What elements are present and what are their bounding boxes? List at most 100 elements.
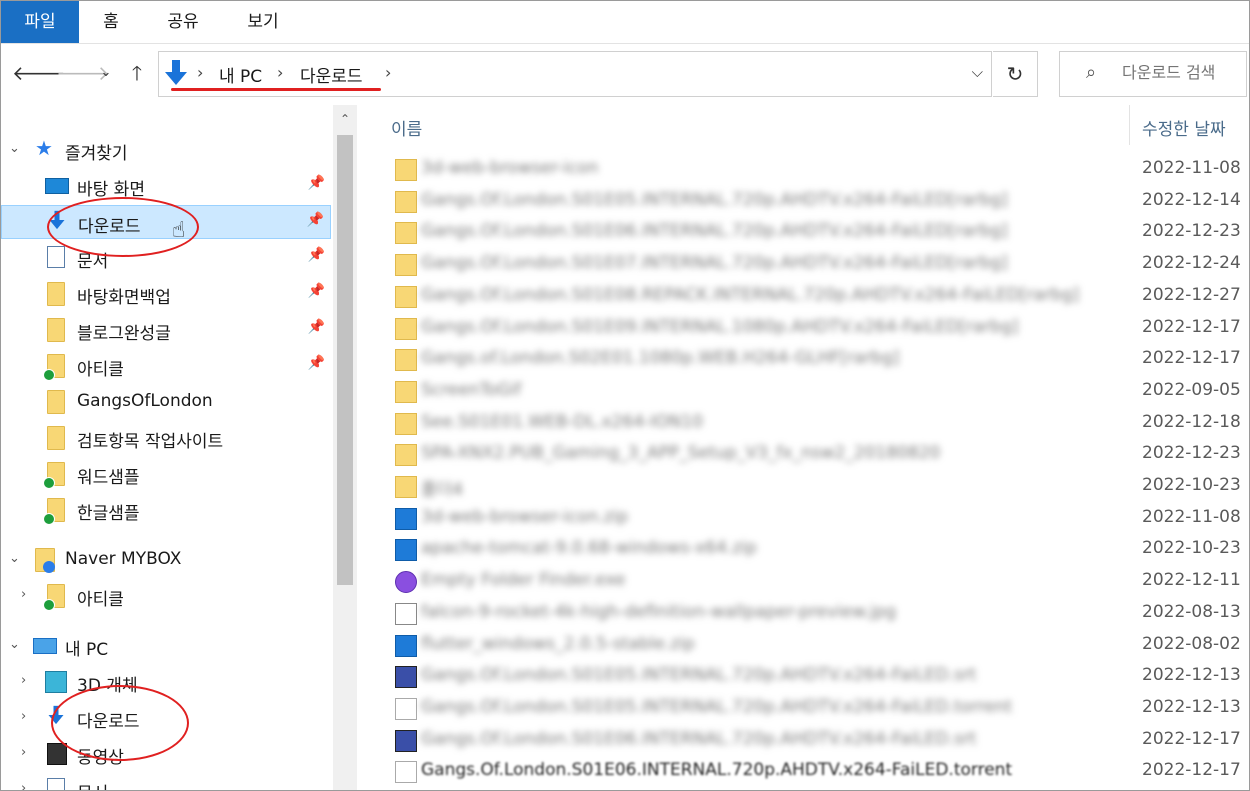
navigation-bar: 🡐 🡒 ⌄ 🡑 › 내 PC › 다운로드 › ⌵ ↻ ⌕ [1,44,1249,104]
file-row[interactable]: Gangs.Of.London.S01E08.REPACK.INTERNAL.7… [357,280,1249,312]
folder-icon [395,349,417,372]
search-input[interactable] [1120,62,1244,83]
file-row[interactable]: ScreenToGif 2022-09-05 [357,375,1249,407]
recent-locations-button[interactable]: ⌄ [93,60,119,86]
file-date: 2022-08-02 [1142,633,1241,654]
sidebar-item-label: 검토항목 작업사이트 [77,432,224,452]
sidebar-item-mybox[interactable]: ⌄ Naver MYBOX [1,543,331,577]
pin-icon: 📌 [306,212,324,228]
file-row[interactable]: Gangs.Of.London.S01E05.INTERNAL.720p.AHD… [357,185,1249,217]
file-row[interactable]: SPA-XNX2.PUB_Gaming_3_APP_Setup_V3_fx_ns… [357,438,1249,470]
file-row[interactable]: Gangs.Of.London.S01E06.INTERNAL.720p.AHD… [357,755,1249,787]
file-row[interactable]: Empty Folder Finder.exe 2022-12-11 [357,565,1249,597]
file-row[interactable]: See.S01E01.WEB-DL.x264-ION10 2022-12-18 [357,407,1249,439]
file-row[interactable]: 폴더4 2022-10-23 [357,470,1249,502]
chevron-down-icon[interactable]: ⌵ [972,63,983,81]
file-row[interactable]: 3d-web-browser-icon 2022-11-08 [357,153,1249,185]
file-row[interactable]: Gangs.Of.London.S01E06.INTERNAL.720p.AHD… [357,216,1249,248]
synced-check-icon [43,369,55,381]
forward-button[interactable]: 🡒 [56,60,110,86]
file-row[interactable]: flutter_windows_2.0.5-stable.zip 2022-08-… [357,629,1249,661]
refresh-button[interactable]: ↻ [993,51,1038,97]
jpg-file-icon [395,602,417,625]
sidebar-item-quick-access[interactable]: ⌄ ★ 즐겨찾기 [1,133,331,167]
sidebar-item-label: 문서 [77,252,109,272]
folder-icon [395,476,417,498]
folder-icon [47,426,65,450]
sidebar-item-folder[interactable]: GangsOfLondon [1,385,331,419]
tab-file[interactable]: 파일 [1,1,79,43]
search-box[interactable]: ⌕ [1059,51,1247,97]
download-icon [49,210,65,230]
torrent-file-icon [395,697,417,720]
folder-icon [47,282,65,306]
chevron-right-icon[interactable]: › [21,587,26,602]
chevron-right-icon[interactable]: › [21,709,26,724]
file-row[interactable]: apache-tomcat-9.0.68-windows-x64.zip 2022… [357,533,1249,565]
file-date: 2022-12-13 [1142,696,1241,717]
sidebar-item-label: GangsOfLondon [77,391,213,411]
breadcrumb-separator: › [277,63,284,82]
file-row[interactable]: falcon-9-rocket-4k-high-definition-wallp… [357,597,1249,629]
file-name: Gangs.Of.London.S01E05.INTERNAL.720p.AHD… [421,665,977,686]
chevron-down-icon[interactable]: ⌄ [9,637,20,652]
chevron-up-icon[interactable]: ⌃ [333,105,357,133]
file-date: 2022-12-17 [1142,760,1241,781]
sidebar-item-label: 문서 [77,779,108,790]
sidebar-item-folder[interactable]: 한글샘플 [1,493,331,527]
sidebar-item-label: 즐겨찾기 [65,144,128,164]
column-header-name[interactable]: 이름 [391,115,422,140]
file-row[interactable]: Gangs.Of.London.S01E05.INTERNAL.720p.AHD… [357,692,1249,724]
sidebar-item-downloads[interactable]: › 다운로드 [1,701,331,735]
address-bar[interactable]: › 내 PC › 다운로드 › ⌵ [158,51,992,97]
sidebar-item-label: 아티클 [77,360,124,380]
scrollbar-thumb[interactable] [337,135,353,585]
up-button[interactable]: 🡑 [124,60,150,86]
sidebar-item-this-pc[interactable]: ⌄ 내 PC [1,629,331,663]
sidebar-item-3d-objects[interactable]: › 3D 개체 [1,665,331,699]
file-row[interactable]: Gangs.Of.London.S01E06.INTERNAL.720p.AHD… [357,724,1249,756]
chevron-down-icon[interactable]: ⌄ [9,141,20,156]
file-date: 2022-12-11 [1142,570,1241,591]
file-row[interactable]: Gangs.Of.London.S01E09.INTERNAL.1080p.AH… [357,312,1249,344]
chevron-right-icon[interactable]: › [21,673,26,688]
file-name: SPA-XNX2.PUB_Gaming_3_APP_Setup_V3_fx_ns… [421,443,941,464]
breadcrumb-downloads[interactable]: 다운로드 [300,62,363,87]
chevron-right-icon[interactable]: › [21,781,26,790]
back-button[interactable]: 🡐 [12,60,66,86]
srt-file-icon [395,666,417,689]
file-name: Empty Folder Finder.exe [421,570,626,591]
sidebar-item-label: 워드샘플 [77,468,140,488]
sidebar-item-folder[interactable]: 검토항목 작업사이트 [1,421,331,455]
sidebar-scrollbar[interactable]: ⌃ [333,105,357,790]
file-name: 3d-web-browser-icon.zip [421,506,629,527]
sidebar-item-folder[interactable]: 블로그완성글 📌 [1,313,331,347]
sidebar-item-desktop[interactable]: 바탕 화면 📌 [1,169,331,203]
sidebar-item-documents[interactable]: › 문서 [1,773,331,790]
file-row[interactable]: Gangs.Of.London.S01E05.INTERNAL.720p.AHD… [357,660,1249,692]
tab-view[interactable]: 보기 [233,1,293,43]
breadcrumb-this-pc[interactable]: 내 PC [219,62,262,87]
sidebar-item-label: 다운로드 [77,712,140,732]
tab-share[interactable]: 공유 [153,1,213,43]
column-header-date[interactable]: 수정한 날짜 [1142,115,1226,140]
sidebar-item-label: Naver MYBOX [65,549,182,569]
sidebar-item-folder[interactable]: › 아티클 [1,579,331,613]
tab-home[interactable]: 홈 [91,1,131,43]
chevron-right-icon[interactable]: › [21,745,26,760]
file-row[interactable]: Gangs.of.London.S02E01.1080p.WEB.H264-GL… [357,343,1249,375]
sidebar-item-folder[interactable]: 바탕화면백업 📌 [1,277,331,311]
chevron-down-icon[interactable]: ⌄ [9,551,20,566]
sidebar-item-folder[interactable]: 아티클 📌 [1,349,331,383]
sidebar-item-documents[interactable]: 문서 📌 [1,241,331,275]
zip-file-icon [395,634,417,657]
search-icon: ⌕ [1086,62,1097,83]
file-row[interactable]: Gangs.Of.London.S01E07.INTERNAL.720p.AHD… [357,248,1249,280]
sidebar-item-videos[interactable]: › 동영상 [1,737,331,771]
file-row[interactable]: 3d-web-browser-icon.zip 2022-11-08 [357,502,1249,534]
file-name: Gangs.Of.London.S01E05.INTERNAL.720p.AHD… [421,189,1008,210]
zip-file-icon [395,507,417,530]
column-divider[interactable] [1129,105,1130,145]
sidebar-item-downloads[interactable]: 다운로드 📌 ☝ [1,205,331,243]
sidebar-item-folder[interactable]: 워드샘플 [1,457,331,491]
